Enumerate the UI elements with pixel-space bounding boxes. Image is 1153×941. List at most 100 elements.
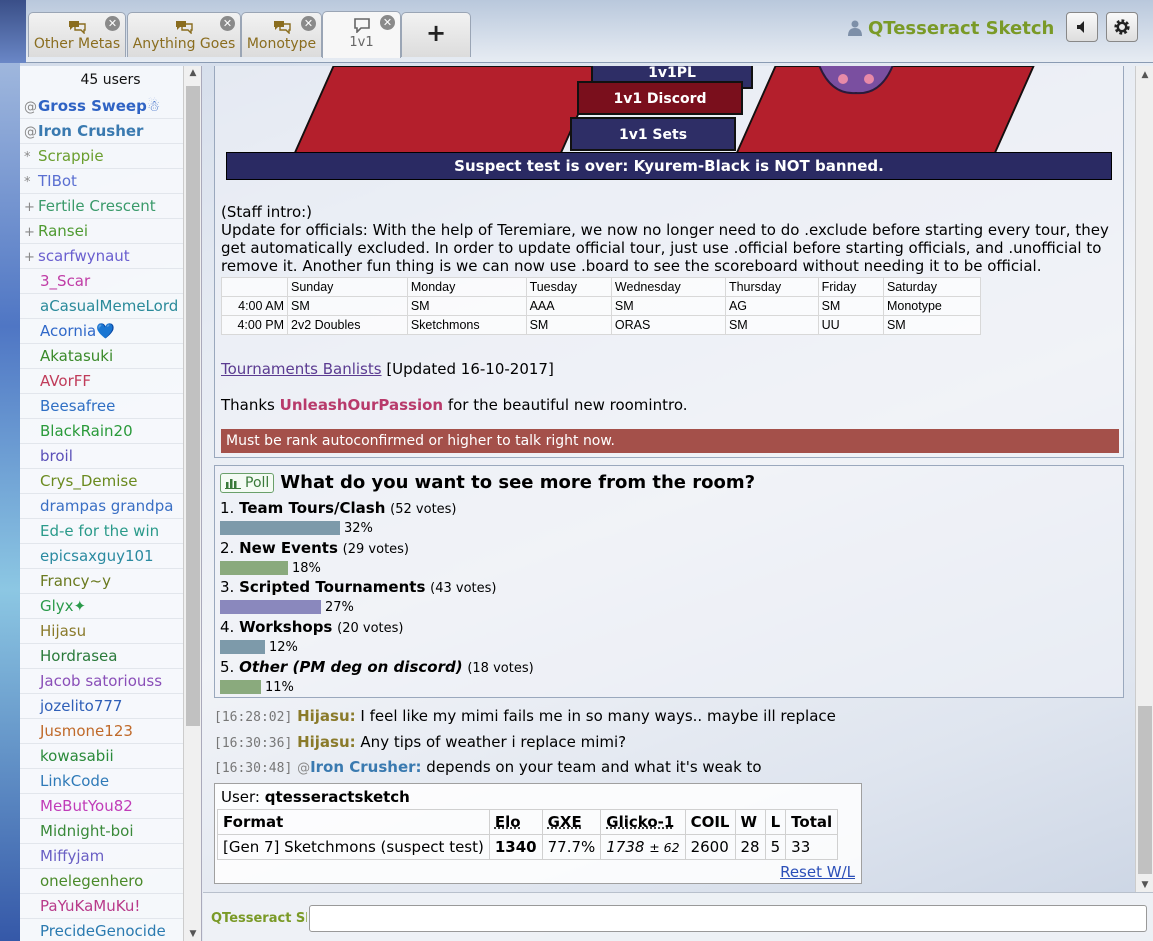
message-timestamp: [16:30:36] [214,736,293,751]
ladder-header: L [764,809,787,835]
author-rank: @ [297,761,311,776]
banner-button-discord[interactable]: 1v1 Discord [577,81,743,115]
user-name: MeButYou82 [40,797,133,815]
banlist-link[interactable]: Tournaments Banlists [221,360,382,378]
tab-0[interactable]: Other Metas ✕ [28,12,126,57]
close-icon[interactable]: ✕ [380,15,395,30]
user-list-scrollbar[interactable]: ▲ ▼ [183,66,201,941]
list-item[interactable]: PaYuKaMuKu! [20,894,201,919]
scrollbar-thumb[interactable] [186,86,200,726]
close-icon[interactable]: ✕ [220,16,235,31]
list-item[interactable]: @Iron Crusher [20,119,201,144]
user-name: scarfwynaut [38,247,130,265]
poll-bar-row: 12% [220,640,298,655]
scroll-up-icon[interactable]: ▲ [184,68,201,78]
schedule-day: Wednesday [610,277,726,297]
list-item[interactable]: + Fertile Crescent [20,194,201,219]
list-item[interactable]: Jacob satoriouss [20,669,201,694]
list-item[interactable]: drampas grandpa [20,494,201,519]
tab-1[interactable]: Anything Goes ✕ [127,12,241,57]
banner-button-sets[interactable]: 1v1 Sets [570,117,736,151]
ladder-user-label: User: [221,788,265,806]
list-item[interactable]: jozelito777 [20,694,201,719]
user-name: Gross Sweep [38,97,147,115]
thanks-username[interactable]: UnleashOurPassion [280,396,443,414]
list-item[interactable]: Hijasu [20,619,201,644]
list-item[interactable]: Beesafree [20,394,201,419]
list-item[interactable]: broil [20,444,201,469]
poll-option-number: 3. [220,578,235,596]
list-item[interactable]: kowasabii [20,744,201,769]
list-item[interactable]: AVorFF [20,369,201,394]
list-item[interactable]: + scarfwynaut [20,244,201,269]
list-item[interactable]: Francy~y [20,569,201,594]
list-item[interactable]: onelegenhero [20,869,201,894]
chat-bubble-icon [273,21,291,34]
user-name: PrecideGenocide [40,922,166,940]
intro-text: (Staff intro:) Update for officials: Wit… [221,203,1121,275]
speaker-icon [1077,21,1084,33]
user-name: Fertile Crescent [38,197,156,215]
user-name: Crys_Demise [40,472,138,490]
list-item[interactable]: Miffyjam [20,844,201,869]
total-cell: 33 [785,834,839,860]
poll-option-votes: (43 votes) [430,581,497,596]
tab-label: Other Metas [33,36,121,52]
chat-input[interactable] [309,905,1147,932]
list-item[interactable]: Hordrasea [20,644,201,669]
user-name: LinkCode [40,772,110,790]
gear-icon [1114,19,1130,35]
scroll-down-icon[interactable]: ▼ [1136,880,1153,890]
schedule-cell: 2v2 Doubles [287,315,408,335]
list-item[interactable]: Akatasuki [20,344,201,369]
user-area[interactable]: QTesseract Sketch [848,14,1054,42]
message-author[interactable]: Iron Crusher: [310,758,421,776]
scrollbar-thumb[interactable] [1138,706,1152,874]
tab-3[interactable]: 1v1 ✕ [322,11,401,58]
schedule-day: Friday [817,277,884,297]
new-tab-button[interactable]: + [401,12,471,57]
user-rank: * [24,150,31,165]
chat-scrollbar[interactable]: ▲ ▼ [1135,66,1153,892]
poll-option: 1. Team Tours/Clash (52 votes) [220,499,457,517]
reset-wl-link[interactable]: Reset W/L [780,863,855,881]
list-item[interactable]: * TIBot [20,169,201,194]
list-item[interactable]: Ed-e for the win [20,519,201,544]
tab-2[interactable]: Monotype ✕ [241,12,322,57]
user-name: Iron Crusher [38,122,144,140]
message-author[interactable]: Hijasu: [297,707,356,725]
settings-button[interactable] [1106,12,1138,42]
list-item[interactable]: Glyx✦ [20,594,201,619]
list-item[interactable]: @Gross Sweep☃ [20,94,201,119]
sound-button[interactable] [1066,12,1098,42]
list-item[interactable]: LinkCode [20,769,201,794]
close-icon[interactable]: ✕ [105,16,120,31]
list-item[interactable]: MeButYou82 [20,794,201,819]
message-text: Any tips of weather i replace mimi? [360,733,627,751]
list-item[interactable]: PrecideGenocide [20,919,201,941]
scroll-up-icon[interactable]: ▲ [1136,70,1153,80]
user-name: 3_Scar [40,272,91,290]
schedule-time: 4:00 AM [221,296,288,316]
list-item[interactable]: Crys_Demise [20,469,201,494]
schedule-day: Saturday [882,277,982,297]
list-item[interactable]: Jusmone123 [20,719,201,744]
chat-message: [16:30:36] Hijasu: Any tips of weather i… [214,733,626,751]
room-intro: 1v1PL 1v1 Discord 1v1 Sets Suspect test … [214,66,1124,458]
list-item[interactable]: 3_Scar [20,269,201,294]
user-badge-icon: ☃ [146,97,161,115]
banlist-updated: [Updated 16-10-2017] [381,360,554,378]
list-item[interactable]: aCasualMemeLord [20,294,201,319]
list-item[interactable]: + Ransei [20,219,201,244]
close-icon[interactable]: ✕ [301,16,316,31]
user-name: drampas grandpa [40,497,174,515]
list-item[interactable]: epicsaxguy101 [20,544,201,569]
poll-bar [220,680,261,694]
list-item[interactable]: BlackRain20 [20,419,201,444]
list-item[interactable]: * Scrappie [20,144,201,169]
list-item[interactable]: Midnight-boi [20,819,201,844]
list-item[interactable]: Acornia💙 [20,319,201,344]
message-author[interactable]: Hijasu: [297,733,356,751]
user-name: Midnight-boi [40,822,134,840]
scroll-down-icon[interactable]: ▼ [184,929,201,939]
